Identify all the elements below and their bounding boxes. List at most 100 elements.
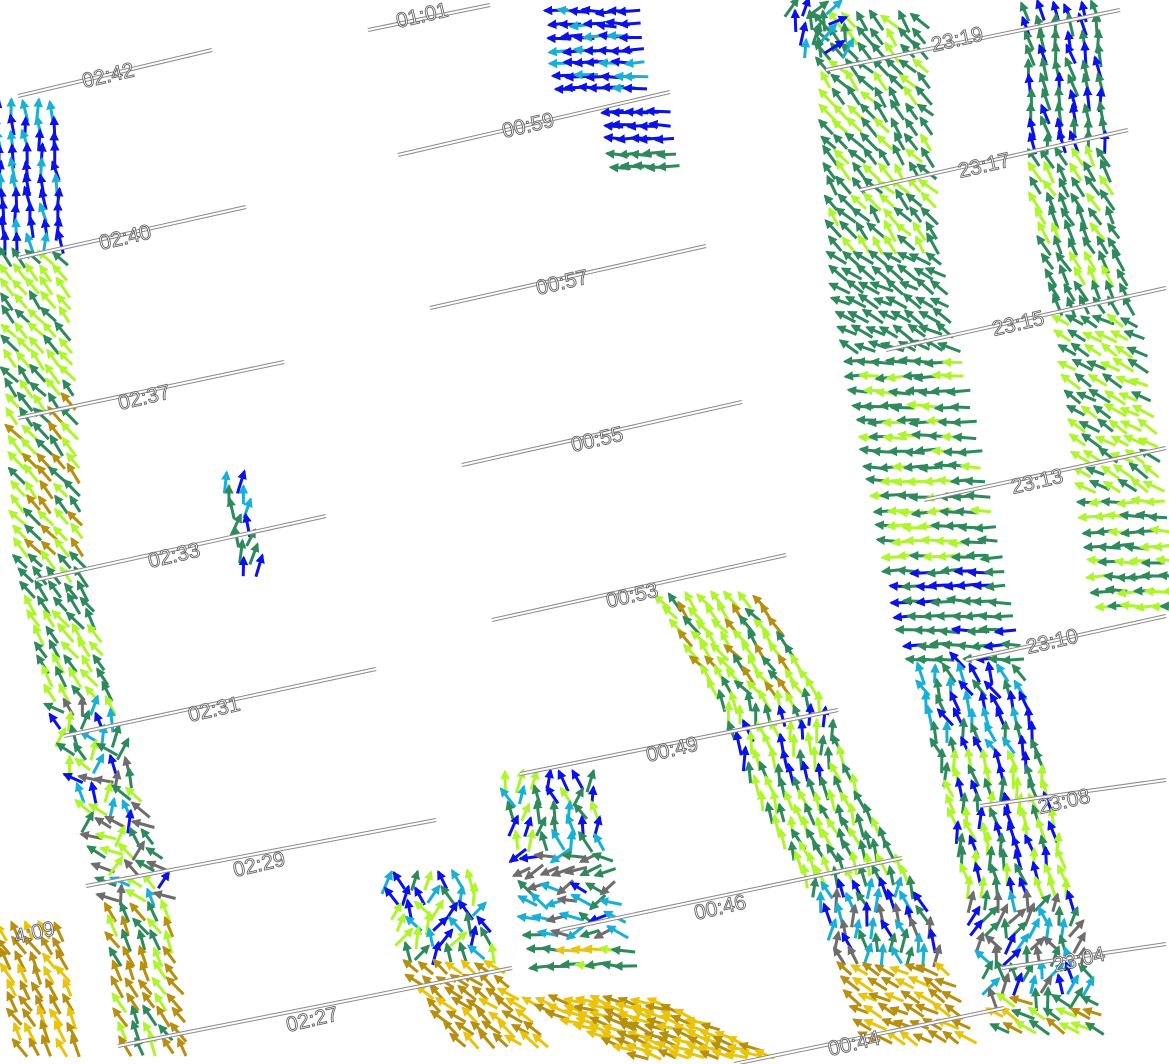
wind-vector-arrow <box>959 537 984 547</box>
wind-vector-arrow <box>1154 555 1169 565</box>
wind-vector-arrow <box>1042 179 1057 197</box>
wind-vector-arrow <box>129 902 147 922</box>
time-label: 23:19 <box>929 23 985 57</box>
wind-vector-arrow <box>103 781 113 803</box>
wind-vector-arrow <box>818 775 830 801</box>
wind-vector-arrow <box>164 962 179 981</box>
wind-vector-arrow <box>695 593 713 610</box>
wind-vector-arrow <box>644 106 671 117</box>
wind-vector-arrow <box>19 979 31 1001</box>
time-label: 23:17 <box>956 149 1012 183</box>
wind-vector-arrow <box>894 222 912 237</box>
wind-vector-arrow <box>817 734 827 756</box>
wind-vector-arrow <box>866 222 886 239</box>
wind-vector-arrow <box>824 219 843 239</box>
wind-vector-arrow <box>51 452 67 470</box>
wind-vector-arrow <box>98 845 124 856</box>
wind-vector-arrow <box>1000 655 1025 665</box>
wind-vector-arrow <box>15 351 32 369</box>
wind-vector-arrow <box>73 742 88 761</box>
time-label: 00:57 <box>534 266 590 300</box>
wind-vector-arrow <box>823 39 846 55</box>
wind-vector-arrow <box>1033 944 1043 970</box>
wind-vector-arrow <box>23 538 43 556</box>
wind-vector-arrow <box>404 898 414 920</box>
wind-vector-arrow <box>889 402 915 413</box>
wind-vector-arrow <box>854 812 865 838</box>
wind-vector-arrow <box>487 942 498 964</box>
wind-vector-arrow <box>1030 986 1041 1012</box>
time-label: 02:27 <box>284 1003 340 1037</box>
wind-vector-arrow <box>618 19 641 29</box>
wind-vector-arrow <box>1126 346 1149 358</box>
wind-vector-arrow <box>959 461 981 472</box>
wind-vector-arrow <box>66 510 84 527</box>
wind-vector-arrow <box>395 912 406 932</box>
wind-vector-arrow <box>820 854 831 875</box>
wind-vector-arrow <box>979 821 989 843</box>
wind-vector-arrow <box>756 789 767 812</box>
wind-vector-arrow <box>973 523 997 533</box>
wind-vector-arrow <box>1073 481 1097 495</box>
wind-vector-arrow <box>151 976 167 996</box>
wind-vector-arrow <box>1116 268 1129 287</box>
wind-vector-arrow <box>916 71 931 90</box>
wind-vector-arrow <box>1065 889 1076 913</box>
wind-vector-arrow <box>13 293 29 310</box>
wind-vector-arrow <box>963 476 986 486</box>
wind-vector-arrow <box>905 193 923 208</box>
wind-vector-arrow <box>39 306 57 323</box>
wind-vector-arrow <box>1119 420 1143 433</box>
wind-vector-arrow <box>24 524 43 542</box>
wind-vector-arrow <box>605 924 629 940</box>
wind-vector-arrow <box>58 305 71 324</box>
wind-vector-arrow <box>716 688 727 713</box>
wind-vector-arrow <box>885 888 896 911</box>
wind-vector-arrow <box>862 829 873 850</box>
wind-vector-arrow <box>911 27 927 45</box>
wind-vector-arrow <box>998 775 1008 802</box>
wind-vector-arrow <box>1012 775 1023 801</box>
wind-vector-arrow <box>149 928 162 951</box>
wind-vector-arrow <box>0 323 17 339</box>
wind-vector-arrow <box>157 870 171 890</box>
wind-vector-arrow <box>857 928 870 952</box>
wind-vector-arrow <box>744 607 762 622</box>
wind-vector-arrow <box>899 864 910 886</box>
wind-vector-arrow <box>1100 342 1118 358</box>
wind-vector-arrow <box>847 826 863 849</box>
wind-vector-arrow <box>710 590 726 610</box>
wind-vector-arrow <box>36 654 50 675</box>
wind-vector-arrow <box>1084 144 1096 168</box>
wind-vector-arrow <box>1070 176 1086 198</box>
wind-vector-arrow <box>916 641 938 652</box>
wind-vector-arrow <box>58 337 74 355</box>
wind-vector-arrow <box>786 815 797 838</box>
time-label: 02:33 <box>146 539 202 573</box>
wind-vector-arrow <box>221 470 231 494</box>
wind-vector-arrow <box>902 371 924 381</box>
wind-vector-arrow <box>423 870 433 891</box>
wind-vector-arrow <box>20 115 31 138</box>
wind-vector-arrow <box>834 803 845 824</box>
wind-vector-arrow <box>444 961 463 976</box>
wind-vector-arrow <box>847 802 857 826</box>
wind-vector-arrow <box>384 886 400 906</box>
wind-vector-arrow <box>806 851 817 876</box>
wind-vector-arrow <box>805 676 820 700</box>
wind-vector-arrow <box>51 263 69 282</box>
wind-vector-arrow <box>828 206 840 227</box>
wind-vector-arrow <box>862 163 881 182</box>
wind-vector-arrow <box>893 207 913 223</box>
wind-vector-arrow <box>813 690 824 713</box>
wind-vector-arrow <box>814 816 824 838</box>
wind-vector-arrow <box>11 231 22 255</box>
wind-vector-arrow <box>254 553 265 578</box>
wind-vector-arrow <box>412 925 423 950</box>
wind-vector-arrow <box>913 932 924 953</box>
wind-vector-arrow <box>826 174 838 196</box>
wind-vector-arrow <box>1051 314 1070 327</box>
wind-vector-arrow <box>1043 985 1053 1012</box>
wind-vector-arrow <box>821 902 833 925</box>
wind-vector-arrow <box>920 191 937 209</box>
